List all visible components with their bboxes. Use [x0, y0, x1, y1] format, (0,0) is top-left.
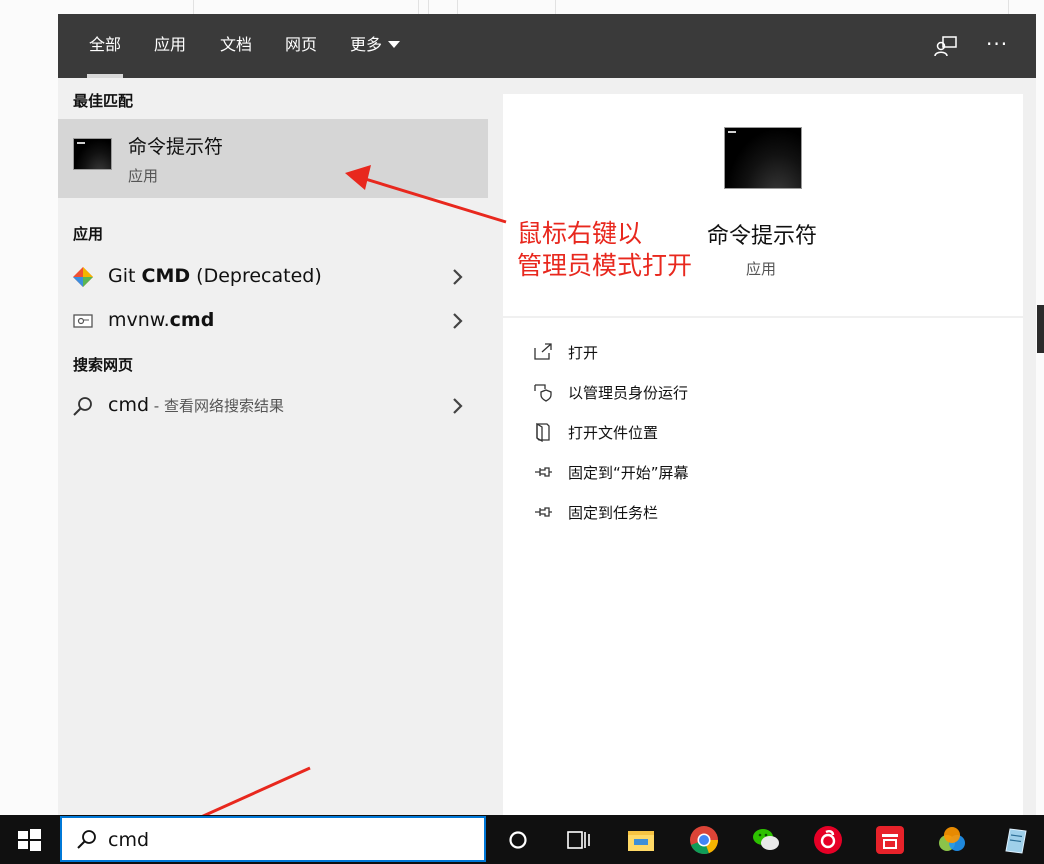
list-item[interactable]: cmd - 查看网络搜索结果	[58, 384, 488, 428]
youdao-icon[interactable]	[873, 823, 907, 857]
pin-icon	[535, 467, 552, 477]
script-file-icon	[73, 314, 93, 328]
results-list: 最佳匹配 命令提示符 应用 应用 Git CMD (Deprecated) mv…	[58, 78, 488, 815]
background-scroll-block	[1037, 305, 1044, 353]
chevron-down-icon	[388, 41, 401, 48]
apps-heading: 应用	[73, 225, 104, 243]
open-icon	[534, 343, 552, 360]
best-match-item[interactable]: 命令提示符 应用	[58, 119, 488, 198]
tab-apps[interactable]: 应用	[154, 35, 186, 55]
list-item-label: Git CMD (Deprecated)	[108, 265, 322, 287]
list-item-label: cmd - 查看网络搜索结果	[108, 394, 284, 416]
command-prompt-icon	[73, 138, 112, 170]
file-location-icon	[536, 422, 550, 442]
preview-title: 命令提示符	[707, 224, 818, 249]
preview-card: 命令提示符 应用	[503, 94, 1023, 316]
search-panel: 全部 应用 文档 网页 更多 ··· 最佳匹配 命令提示符 应用 应用 Git …	[58, 14, 1036, 815]
open-action[interactable]: 打开	[533, 337, 833, 367]
filter-bar: 全部 应用 文档 网页 更多 ···	[58, 14, 1036, 78]
open-file-location-action[interactable]: 打开文件位置	[533, 417, 833, 447]
tab-web[interactable]: 网页	[285, 35, 317, 55]
best-match-subtitle: 应用	[128, 167, 159, 185]
taskbar-search-box[interactable]: cmd	[60, 816, 486, 862]
list-item[interactable]: mvnw.cmd	[58, 299, 488, 343]
feedback-icon[interactable]	[934, 34, 958, 58]
netease-music-icon[interactable]	[811, 823, 845, 857]
tab-more[interactable]: 更多	[350, 35, 401, 55]
search-input[interactable]: cmd	[108, 829, 149, 851]
search-icon	[73, 397, 92, 416]
windows-start-icon[interactable]	[12, 823, 46, 857]
pin-icon	[535, 507, 552, 517]
command-prompt-icon	[724, 127, 802, 189]
chrome-icon[interactable]	[687, 823, 721, 857]
file-explorer-icon[interactable]	[624, 823, 658, 857]
pin-to-start-action[interactable]: 固定到“开始”屏幕	[533, 457, 833, 487]
annotation-line: 管理员模式打开	[517, 251, 693, 280]
best-match-title: 命令提示符	[128, 136, 224, 158]
chevron-right-icon[interactable]	[451, 395, 465, 417]
chevron-right-icon[interactable]	[451, 310, 465, 332]
preview-subtitle: 应用	[746, 260, 777, 278]
tab-all[interactable]: 全部	[89, 35, 121, 55]
cortana-icon[interactable]	[501, 823, 535, 857]
pin-to-taskbar-action[interactable]: 固定到任务栏	[533, 497, 833, 527]
tab-more-label: 更多	[350, 35, 383, 54]
tab-documents[interactable]: 文档	[220, 35, 252, 55]
best-match-heading: 最佳匹配	[73, 92, 134, 110]
preview-pane: 命令提示符 应用 打开 以管理员身份运行 打开文件位置 固定到“开始”屏幕 固定…	[488, 78, 1036, 815]
run-as-admin-action[interactable]: 以管理员身份运行	[533, 377, 833, 407]
action-list: 打开 以管理员身份运行 打开文件位置 固定到“开始”屏幕 固定到任务栏	[503, 318, 1023, 815]
chevron-right-icon[interactable]	[451, 266, 465, 288]
git-icon	[73, 267, 93, 287]
list-item[interactable]: Git CMD (Deprecated)	[58, 255, 488, 299]
list-item-label: mvnw.cmd	[108, 309, 215, 331]
navicat-icon[interactable]	[935, 823, 969, 857]
taskbar: cmd	[0, 815, 1044, 864]
shield-icon	[534, 384, 552, 402]
notepad-icon[interactable]	[998, 823, 1032, 857]
annotation-line: 鼠标右键以	[517, 219, 643, 248]
more-options-icon[interactable]: ···	[986, 32, 1008, 56]
annotation-text: 鼠标右键以 管理员模式打开	[517, 218, 692, 282]
task-view-icon[interactable]	[561, 823, 595, 857]
web-search-heading: 搜索网页	[73, 356, 134, 374]
wechat-icon[interactable]	[749, 823, 783, 857]
search-icon	[77, 830, 96, 849]
